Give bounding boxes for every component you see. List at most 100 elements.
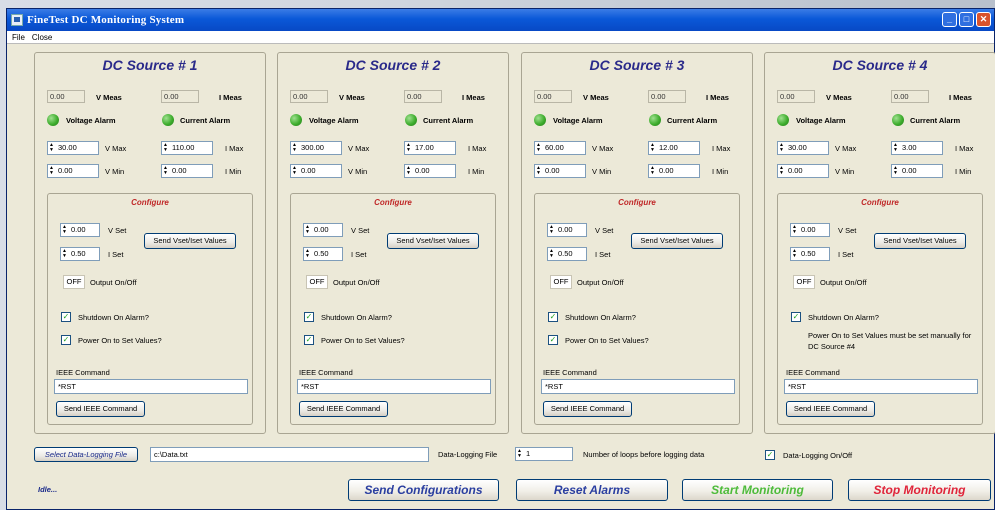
send-ieee-command-button[interactable]: Send IEEE Command <box>299 401 388 417</box>
configure-group: Configure ▲ ▼ 0.00 V Set ▲ ▼ 0.50 I Set Send… <box>290 193 496 425</box>
v-min-stepper[interactable]: ▲ ▼ 0.00 <box>47 164 99 178</box>
power-on-checkbox[interactable]: ✓ <box>61 335 71 345</box>
spin-arrows-icon[interactable]: ▲ ▼ <box>49 166 56 176</box>
start-monitoring-button[interactable]: Start Monitoring <box>682 479 833 501</box>
i-min-value: 0.00 <box>415 166 430 175</box>
send-ieee-command-button[interactable]: Send IEEE Command <box>786 401 875 417</box>
i-set-stepper[interactable]: ▲ ▼ 0.50 <box>790 247 830 261</box>
spin-arrows-icon[interactable]: ▲ ▼ <box>292 143 299 153</box>
i-set-stepper[interactable]: ▲ ▼ 0.50 <box>303 247 343 261</box>
ieee-command-input[interactable]: *RST <box>784 379 978 394</box>
i-max-stepper[interactable]: ▲ ▼ 110.00 <box>161 141 213 155</box>
menu-close[interactable]: Close <box>32 33 52 42</box>
voltage-alarm-led-icon <box>777 114 789 126</box>
spin-arrows-icon[interactable]: ▲ ▼ <box>779 143 786 153</box>
output-toggle-button[interactable]: OFF <box>793 275 815 289</box>
loops-stepper[interactable]: ▲ ▼ 1 <box>515 447 573 461</box>
send-configurations-button[interactable]: Send Configurations <box>348 479 499 501</box>
i-max-stepper[interactable]: ▲ ▼ 3.00 <box>891 141 943 155</box>
reset-alarms-button[interactable]: Reset Alarms <box>516 479 668 501</box>
spin-arrows-icon[interactable]: ▲ ▼ <box>536 143 543 153</box>
v-set-stepper[interactable]: ▲ ▼ 0.00 <box>547 223 587 237</box>
v-min-stepper[interactable]: ▲ ▼ 0.00 <box>534 164 586 178</box>
i-meas-value: 0.00 <box>161 90 199 103</box>
spin-arrows-icon[interactable]: ▲ ▼ <box>62 249 69 259</box>
send-ieee-command-button[interactable]: Send IEEE Command <box>543 401 632 417</box>
spin-arrows-icon[interactable]: ▲ ▼ <box>517 449 524 459</box>
select-data-logging-file-button[interactable]: Select Data-Logging File <box>34 447 138 462</box>
i-min-stepper[interactable]: ▲ ▼ 0.00 <box>161 164 213 178</box>
ieee-command-input[interactable]: *RST <box>54 379 248 394</box>
spin-arrows-icon[interactable]: ▲ ▼ <box>536 166 543 176</box>
v-max-stepper[interactable]: ▲ ▼ 30.00 <box>47 141 99 155</box>
spin-arrows-icon[interactable]: ▲ ▼ <box>163 166 170 176</box>
shutdown-on-alarm-checkbox[interactable]: ✓ <box>304 312 314 322</box>
spin-arrows-icon[interactable]: ▲ ▼ <box>406 166 413 176</box>
v-min-value: 0.00 <box>788 166 803 175</box>
shutdown-on-alarm-checkbox[interactable]: ✓ <box>61 312 71 322</box>
v-set-stepper[interactable]: ▲ ▼ 0.00 <box>60 223 100 237</box>
spin-arrows-icon[interactable]: ▲ ▼ <box>549 225 556 235</box>
v-max-stepper[interactable]: ▲ ▼ 60.00 <box>534 141 586 155</box>
power-on-checkbox[interactable]: ✓ <box>304 335 314 345</box>
i-meas-label: I Meas <box>219 93 242 102</box>
dc-source-title: DC Source # 4 <box>832 57 928 73</box>
v-meas-value: 0.00 <box>534 90 572 103</box>
v-set-stepper[interactable]: ▲ ▼ 0.00 <box>303 223 343 237</box>
v-min-stepper[interactable]: ▲ ▼ 0.00 <box>290 164 342 178</box>
shutdown-on-alarm-checkbox[interactable]: ✓ <box>548 312 558 322</box>
spin-arrows-icon[interactable]: ▲ ▼ <box>406 143 413 153</box>
spin-arrows-icon[interactable]: ▲ ▼ <box>305 249 312 259</box>
data-logging-checkbox[interactable]: ✓ <box>765 450 775 460</box>
maximize-button[interactable]: □ <box>959 12 974 27</box>
spin-arrows-icon[interactable]: ▲ ▼ <box>792 225 799 235</box>
dc-source-panel: DC Source # 1 0.00 V Meas 0.00 I Meas Vo… <box>34 52 266 434</box>
i-max-stepper[interactable]: ▲ ▼ 12.00 <box>648 141 700 155</box>
i-min-stepper[interactable]: ▲ ▼ 0.00 <box>891 164 943 178</box>
stop-monitoring-button[interactable]: Stop Monitoring <box>848 479 991 501</box>
spin-arrows-icon[interactable]: ▲ ▼ <box>62 225 69 235</box>
send-vset-iset-button[interactable]: Send Vset/Iset Values <box>387 233 479 249</box>
send-vset-iset-button[interactable]: Send Vset/Iset Values <box>631 233 723 249</box>
send-ieee-command-button[interactable]: Send IEEE Command <box>56 401 145 417</box>
spin-arrows-icon[interactable]: ▲ ▼ <box>650 143 657 153</box>
spin-arrows-icon[interactable]: ▲ ▼ <box>792 249 799 259</box>
spin-arrows-icon[interactable]: ▲ ▼ <box>650 166 657 176</box>
spin-arrows-icon[interactable]: ▲ ▼ <box>163 143 170 153</box>
v-min-stepper[interactable]: ▲ ▼ 0.00 <box>777 164 829 178</box>
spin-arrows-icon[interactable]: ▲ ▼ <box>893 143 900 153</box>
i-set-stepper[interactable]: ▲ ▼ 0.50 <box>60 247 100 261</box>
v-set-stepper[interactable]: ▲ ▼ 0.00 <box>790 223 830 237</box>
close-window-button[interactable]: ✕ <box>976 12 991 27</box>
loops-label: Number of loops before logging data <box>583 450 705 459</box>
ieee-command-input[interactable]: *RST <box>541 379 735 394</box>
output-label: Output On/Off <box>90 278 137 287</box>
send-vset-iset-button[interactable]: Send Vset/Iset Values <box>144 233 236 249</box>
v-max-stepper[interactable]: ▲ ▼ 30.00 <box>777 141 829 155</box>
i-set-stepper[interactable]: ▲ ▼ 0.50 <box>547 247 587 261</box>
output-toggle-button[interactable]: OFF <box>550 275 572 289</box>
power-on-checkbox[interactable]: ✓ <box>548 335 558 345</box>
spin-arrows-icon[interactable]: ▲ ▼ <box>549 249 556 259</box>
shutdown-on-alarm-checkbox[interactable]: ✓ <box>791 312 801 322</box>
i-max-stepper[interactable]: ▲ ▼ 17.00 <box>404 141 456 155</box>
current-alarm-led-icon <box>649 114 661 126</box>
spin-arrows-icon[interactable]: ▲ ▼ <box>779 166 786 176</box>
v-min-value: 0.00 <box>301 166 316 175</box>
i-min-stepper[interactable]: ▲ ▼ 0.00 <box>404 164 456 178</box>
spin-arrows-icon[interactable]: ▲ ▼ <box>49 143 56 153</box>
v-meas-value: 0.00 <box>47 90 85 103</box>
spin-arrows-icon[interactable]: ▲ ▼ <box>292 166 299 176</box>
data-logging-file-path-input[interactable]: c:\Data.txt <box>150 447 429 462</box>
menu-file[interactable]: File <box>12 33 25 42</box>
output-toggle-button[interactable]: OFF <box>63 275 85 289</box>
v-max-stepper[interactable]: ▲ ▼ 300.00 <box>290 141 342 155</box>
send-vset-iset-button[interactable]: Send Vset/Iset Values <box>874 233 966 249</box>
spin-arrows-icon[interactable]: ▲ ▼ <box>893 166 900 176</box>
i-min-stepper[interactable]: ▲ ▼ 0.00 <box>648 164 700 178</box>
spin-arrows-icon[interactable]: ▲ ▼ <box>305 225 312 235</box>
output-toggle-button[interactable]: OFF <box>306 275 328 289</box>
ieee-command-input[interactable]: *RST <box>297 379 491 394</box>
data-logging-label: Data-Logging On/Off <box>783 451 853 460</box>
minimize-button[interactable]: _ <box>942 12 957 27</box>
